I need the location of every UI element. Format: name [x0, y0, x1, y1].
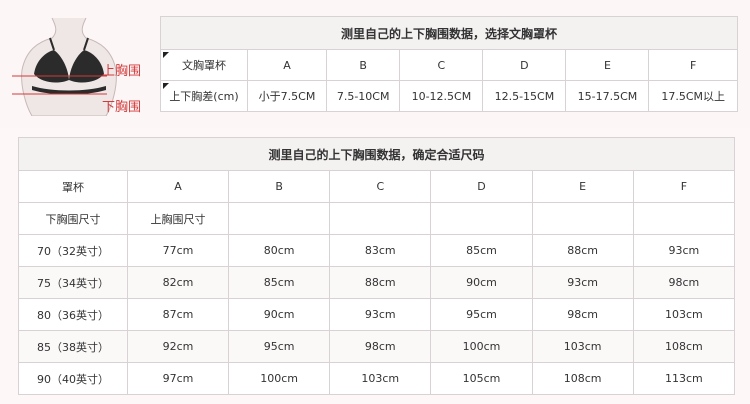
- value-cell: 83cm: [329, 234, 432, 267]
- cup-header-cell: F: [632, 170, 736, 203]
- value-cell: 97cm: [127, 362, 229, 395]
- value-cell: 95cm: [430, 298, 533, 331]
- cup-cell: E: [565, 49, 650, 81]
- table-row: 90（40英寸） 97cm 100cm 103cm 105cm 108cm 11…: [18, 362, 736, 395]
- cup-cell: F: [648, 49, 738, 81]
- diff-cell: 10-12.5CM: [399, 80, 484, 112]
- empty-cell: [227, 202, 331, 235]
- cup-selection-table: 测里自己的上下胸围数据，选择文胸罩杯 文胸罩杯 A B C D E F 上下胸差…: [160, 16, 738, 112]
- table-title-row: 测里自己的上下胸围数据，确定合适尺码: [18, 137, 735, 171]
- diff-row-header-label: 上下胸差(cm): [169, 90, 239, 103]
- table-row: 80（36英寸） 87cm 90cm 93cm 95cm 98cm 103cm: [18, 298, 736, 331]
- value-cell: 93cm: [329, 298, 432, 331]
- value-cell: 88cm: [329, 266, 432, 299]
- diff-row: 上下胸差(cm) 小于7.5CM 7.5-10CM 10-12.5CM 12.5…: [160, 80, 738, 112]
- value-cell: 100cm: [430, 330, 533, 363]
- value-cell: 80cm: [227, 234, 331, 267]
- cup-header-cell: E: [531, 170, 634, 203]
- size-table-title: 测里自己的上下胸围数据，确定合适尺码: [18, 137, 735, 171]
- table-row: 75（34英寸） 82cm 85cm 88cm 90cm 93cm 98cm: [18, 266, 736, 299]
- size-chart-table: 测里自己的上下胸围数据，确定合适尺码 罩杯 A B C D E F 下胸围尺寸 …: [18, 137, 736, 395]
- size-cell: 85（38英寸）: [18, 330, 128, 363]
- value-cell: 93cm: [632, 234, 736, 267]
- value-cell: 113cm: [632, 362, 736, 395]
- measurement-header-row: 下胸围尺寸 上胸围尺寸: [18, 202, 736, 235]
- corner-marker-icon: [163, 52, 169, 58]
- cup-header-cell: B: [227, 170, 331, 203]
- cup-row-header-label: 文胸罩杯: [182, 59, 226, 72]
- value-cell: 108cm: [531, 362, 634, 395]
- value-cell: 105cm: [430, 362, 533, 395]
- value-cell: 88cm: [531, 234, 634, 267]
- cup-header-cell: D: [430, 170, 533, 203]
- cup-row-header: 文胸罩杯: [160, 49, 248, 81]
- value-cell: 103cm: [329, 362, 432, 395]
- size-cell: 80（36英寸）: [18, 298, 128, 331]
- value-cell: 85cm: [227, 266, 331, 299]
- cup-header-cell: A: [127, 170, 229, 203]
- cup-row: 文胸罩杯 A B C D E F: [160, 49, 738, 81]
- size-cell: 90（40英寸）: [18, 362, 128, 395]
- cup-cell: B: [325, 49, 401, 81]
- value-cell: 77cm: [127, 234, 229, 267]
- value-cell: 98cm: [531, 298, 634, 331]
- diff-cell: 7.5-10CM: [325, 80, 401, 112]
- value-cell: 100cm: [227, 362, 331, 395]
- bust-illustration: 上胸围 下胸围: [12, 16, 154, 117]
- value-cell: 90cm: [430, 266, 533, 299]
- corner-marker-icon: [163, 83, 169, 89]
- diff-cell: 17.5CM以上: [648, 80, 738, 112]
- value-cell: 108cm: [632, 330, 736, 363]
- value-cell: 82cm: [127, 266, 229, 299]
- value-cell: 103cm: [531, 330, 634, 363]
- diff-cell: 小于7.5CM: [247, 80, 327, 112]
- size-cell: 70（32英寸）: [18, 234, 128, 267]
- cup-header-row: 罩杯 A B C D E F: [18, 170, 736, 203]
- value-cell: 103cm: [632, 298, 736, 331]
- empty-cell: [430, 202, 533, 235]
- upper-bust-header: 上胸围尺寸: [127, 202, 229, 235]
- under-bust-header: 下胸围尺寸: [18, 202, 128, 235]
- value-cell: 85cm: [430, 234, 533, 267]
- diff-cell: 15-17.5CM: [565, 80, 650, 112]
- cup-header-cell: C: [329, 170, 432, 203]
- table-row: 85（38英寸） 92cm 95cm 98cm 100cm 103cm 108c…: [18, 330, 736, 363]
- value-cell: 93cm: [531, 266, 634, 299]
- value-cell: 98cm: [632, 266, 736, 299]
- cup-table-title: 测里自己的上下胸围数据，选择文胸罩杯: [160, 16, 738, 50]
- cup-cell: C: [399, 49, 484, 81]
- size-cell: 75（34英寸）: [18, 266, 128, 299]
- cup-cell: D: [482, 49, 567, 81]
- empty-cell: [329, 202, 432, 235]
- empty-cell: [632, 202, 736, 235]
- empty-cell: [531, 202, 634, 235]
- table-title-row: 测里自己的上下胸围数据，选择文胸罩杯: [160, 16, 738, 50]
- value-cell: 87cm: [127, 298, 229, 331]
- under-bust-label: 下胸围: [102, 100, 142, 115]
- cup-cell: A: [247, 49, 327, 81]
- value-cell: 92cm: [127, 330, 229, 363]
- diff-row-header: 上下胸差(cm): [160, 80, 248, 112]
- cup-header-label: 罩杯: [18, 170, 128, 203]
- upper-bust-label: 上胸围: [102, 64, 142, 79]
- diff-cell: 12.5-15CM: [482, 80, 567, 112]
- value-cell: 98cm: [329, 330, 432, 363]
- value-cell: 95cm: [227, 330, 331, 363]
- value-cell: 90cm: [227, 298, 331, 331]
- table-row: 70（32英寸） 77cm 80cm 83cm 85cm 88cm 93cm: [18, 234, 736, 267]
